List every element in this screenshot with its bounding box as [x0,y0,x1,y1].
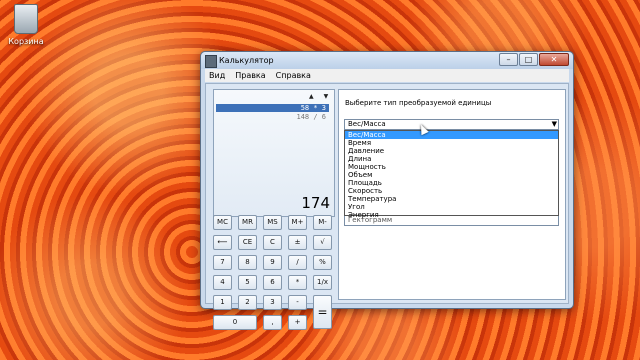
reciprocal-button[interactable]: 1/x [313,275,332,290]
digit-8-button[interactable]: 8 [238,255,257,270]
dropdown-option[interactable]: Вес/Масса [345,131,558,139]
dropdown-option[interactable]: Скорость [345,187,558,195]
backspace-button[interactable]: ⟵ [213,235,232,250]
divide-button[interactable]: / [288,255,307,270]
history-entry[interactable]: 148 / 6 [216,113,329,121]
digit-6-button[interactable]: 6 [263,275,282,290]
subtract-button[interactable]: - [288,295,307,310]
unit-converter-panel: Выберите тип преобразуемой единицы Вес/М… [338,89,566,300]
menu-bar: Вид Правка Справка [205,69,569,82]
dropdown-option[interactable]: Угол [345,203,558,211]
menu-view[interactable]: Вид [209,71,225,80]
memory-clear-button[interactable]: MC [213,215,232,230]
dropdown-option[interactable]: Время [345,139,558,147]
menu-help[interactable]: Справка [276,71,311,80]
unit-type-select[interactable]: Вес/Масса ▼ [344,119,559,130]
memory-subtract-button[interactable]: M- [313,215,332,230]
unit-type-selected: Вес/Масса [348,120,386,128]
negate-button[interactable]: ± [288,235,307,250]
sqrt-button[interactable]: √ [313,235,332,250]
percent-button[interactable]: % [313,255,332,270]
title-bar[interactable]: Калькулятор – □ ✕ [201,52,573,69]
recycle-bin-label: Корзина [8,37,44,46]
multiply-button[interactable]: * [288,275,307,290]
history-down-icon[interactable]: ▼ [324,93,329,100]
dropdown-option[interactable]: Площадь [345,179,558,187]
maximize-button[interactable]: □ [519,53,538,66]
chevron-down-icon: ▼ [551,120,557,128]
digit-3-button[interactable]: 3 [263,295,282,310]
recycle-bin-icon [14,4,38,34]
history-up-icon[interactable]: ▲ [309,93,314,100]
calculator-client: ▲ ▼ 58 * 3 148 / 6 174 MC MR MS M+ M- ⟵ … [205,83,569,330]
digit-4-button[interactable]: 4 [213,275,232,290]
dropdown-option[interactable]: Длина [345,155,558,163]
digit-9-button[interactable]: 9 [263,255,282,270]
dropdown-option[interactable]: Давление [345,147,558,155]
add-button[interactable]: + [288,315,307,330]
decimal-button[interactable]: , [263,315,282,330]
equals-button[interactable]: = [313,295,332,329]
window-title: Калькулятор [219,56,274,65]
digit-0-button[interactable]: 0 [213,315,257,330]
menu-edit[interactable]: Правка [235,71,265,80]
dropdown-option[interactable]: Энергия [345,211,558,219]
clear-button[interactable]: C [263,235,282,250]
close-button[interactable]: ✕ [539,53,569,66]
history-entry-selected[interactable]: 58 * 3 [216,104,329,112]
dropdown-option[interactable]: Объем [345,171,558,179]
unit-type-dropdown: Вес/Масса Время Давление Длина Мощность … [344,130,559,219]
digit-5-button[interactable]: 5 [238,275,257,290]
digit-2-button[interactable]: 2 [238,295,257,310]
dropdown-option[interactable]: Температура [345,195,558,203]
result-display: 174 [301,194,330,212]
calculator-display: ▲ ▼ 58 * 3 148 / 6 174 [213,89,335,217]
digit-1-button[interactable]: 1 [213,295,232,310]
calculator-app-icon [205,55,217,68]
memory-store-button[interactable]: MS [263,215,282,230]
minimize-button[interactable]: – [499,53,518,66]
memory-recall-button[interactable]: MR [238,215,257,230]
clear-entry-button[interactable]: CE [238,235,257,250]
digit-7-button[interactable]: 7 [213,255,232,270]
memory-add-button[interactable]: M+ [288,215,307,230]
dropdown-option[interactable]: Мощность [345,163,558,171]
converter-prompt: Выберите тип преобразуемой единицы [345,99,492,107]
recycle-bin[interactable]: Корзина [4,4,48,46]
calculator-window: Калькулятор – □ ✕ Вид Правка Справка ▲ ▼… [200,51,574,330]
